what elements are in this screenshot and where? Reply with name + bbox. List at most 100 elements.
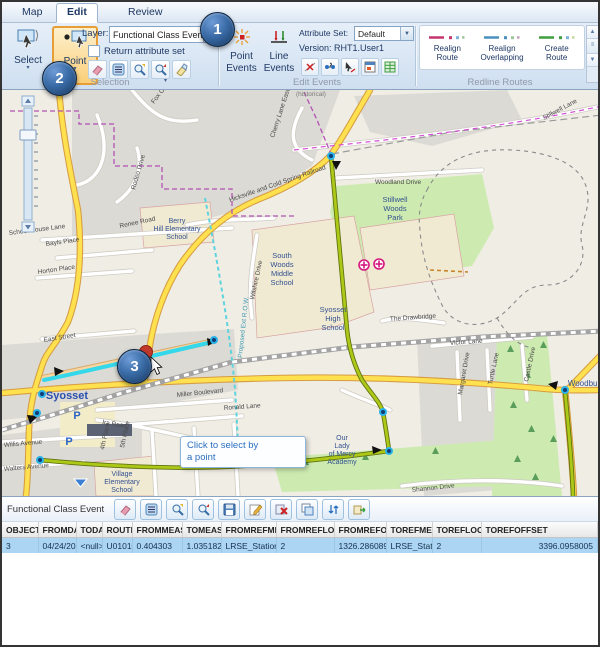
ribbon: Select ▾ Point ▾ Layer: Functional Class…	[2, 23, 598, 90]
col-header[interactable]: TOREFLOCATION	[432, 522, 481, 538]
zoom-to-record-icon[interactable]	[166, 499, 188, 520]
svg-text:Academy: Academy	[327, 459, 357, 466]
col-header[interactable]: FROMDATE	[38, 522, 76, 538]
select-events-cursor-icon[interactable]	[341, 58, 359, 76]
line-events-icon	[268, 27, 290, 50]
merge-events-icon[interactable]	[321, 58, 339, 76]
col-header[interactable]: FROMREFOFFSET	[334, 522, 386, 538]
cell[interactable]: LRSE_Stations	[386, 538, 432, 554]
col-header[interactable]: TOREFOFFSET	[481, 522, 598, 538]
svg-text:Middle: Middle	[271, 269, 293, 278]
svg-text:South: South	[272, 251, 292, 260]
col-header[interactable]: FROMREFMETHOD	[221, 522, 276, 538]
cell[interactable]: 3396.0958005	[481, 538, 598, 554]
map-viewport[interactable]: (historical) Fox Court Cherry Lane East …	[2, 90, 598, 496]
edit-events-tools	[301, 58, 399, 76]
ribbon-scroll-down[interactable]: ▼	[587, 54, 598, 67]
map-tooltip: Click to select by a point	[180, 436, 306, 468]
attribute-set-label: Attribute Set:	[299, 28, 348, 38]
parking-icon: P	[73, 410, 80, 422]
events-grid-icon[interactable]	[381, 58, 399, 76]
svg-text:Elementary: Elementary	[104, 479, 140, 486]
svg-text:School: School	[111, 487, 133, 494]
event-editor-window: Map Edit Review Select ▾ Point ▾ Layer: …	[0, 0, 600, 647]
export-records-icon[interactable]	[348, 499, 370, 520]
attribute-table: OBJECTID FROMDATE TODATE ROUTEID FROMMEA…	[2, 522, 598, 553]
attribute-set-caret[interactable]: ▼	[400, 27, 413, 40]
svg-text:(historical): (historical)	[296, 91, 326, 98]
col-header[interactable]: OBJECTID	[2, 522, 38, 538]
copy-record-icon[interactable]	[296, 499, 318, 520]
cell[interactable]: <null>	[76, 538, 102, 554]
parking-icon: P	[65, 436, 72, 448]
ribbon-scroll-thumb[interactable]: ≡	[587, 39, 598, 54]
delete-record-icon[interactable]	[270, 499, 292, 520]
cell[interactable]: 1.035182	[182, 538, 221, 554]
tab-edit[interactable]: Edit	[56, 3, 98, 23]
select-icon	[15, 27, 41, 54]
svg-text:Berry: Berry	[169, 218, 186, 225]
layer-label: Layer:	[82, 28, 108, 39]
checkbox-box[interactable]	[88, 45, 100, 57]
select-dropdown-caret[interactable]: ▾	[26, 66, 29, 71]
col-header[interactable]: TOMEASURE	[182, 522, 221, 538]
attribute-table-header: OBJECTID FROMDATE TODATE ROUTEID FROMMEA…	[2, 522, 598, 538]
cell[interactable]: LRSE_Stations	[221, 538, 276, 554]
cell[interactable]: 04/24/2014	[38, 538, 76, 554]
panel-title: Functional Class Event	[7, 504, 104, 515]
zoom-slider-track[interactable]	[24, 108, 32, 220]
callout-1: 1	[200, 12, 235, 47]
callout-2: 2	[42, 61, 77, 96]
col-header[interactable]: TODATE	[76, 522, 102, 538]
cell[interactable]: 2	[432, 538, 481, 554]
attribute-set-dropdown[interactable]: Default ▼	[354, 26, 414, 41]
edit-record-icon[interactable]	[244, 499, 266, 520]
col-header[interactable]: FROMREFLOCATION	[276, 522, 334, 538]
version-label: Version: RHT1.User1	[299, 43, 384, 53]
create-route-button[interactable]: CreateRoute	[529, 26, 584, 69]
svg-text:Village: Village	[112, 471, 133, 478]
svg-text:Woods: Woods	[383, 204, 406, 213]
pan-to-record-icon[interactable]	[192, 499, 214, 520]
return-attribute-set-checkbox[interactable]: Return attribute set	[88, 45, 185, 57]
cell[interactable]: U01010E	[102, 538, 132, 554]
split-event-icon[interactable]	[301, 58, 319, 76]
ribbon-tabbar: Map Edit Review	[2, 2, 598, 23]
syosset-town-label: Syosset	[46, 390, 89, 402]
save-icon[interactable]	[218, 499, 240, 520]
sort-records-icon[interactable]	[322, 499, 344, 520]
cell[interactable]: 2	[276, 538, 334, 554]
redline-group-caption: Redline Routes	[415, 77, 585, 88]
svg-text:of Mercy: of Mercy	[329, 451, 356, 458]
ribbon-scrollbar: ▲ ≡ ▼	[586, 25, 599, 83]
col-header[interactable]: TOREFMETHOD	[386, 522, 432, 538]
redline-routes-panel: RealignRoute RealignOverlapping CreateRo…	[419, 25, 585, 70]
ribbon-scroll-up[interactable]: ▲	[587, 26, 598, 39]
table-empty-area	[2, 553, 598, 647]
realign-route-icon	[427, 33, 467, 42]
cell[interactable]: 0.404303	[132, 538, 182, 554]
realign-route-button[interactable]: RealignRoute	[420, 26, 475, 69]
svg-text:School: School	[271, 278, 294, 287]
tab-map[interactable]: Map	[12, 4, 52, 21]
svg-text:Hill Elementary: Hill Elementary	[153, 226, 201, 233]
table-row[interactable]: 3 04/24/2014 <null> U01010E 0.404303 1.0…	[2, 538, 598, 554]
create-route-icon	[537, 33, 577, 42]
line-events-button[interactable]: Line Events	[262, 27, 296, 83]
cell[interactable]: 3	[2, 538, 38, 554]
svg-text:Syosset: Syosset	[320, 305, 348, 314]
col-header[interactable]: FROMMEASURE	[132, 522, 182, 538]
cell[interactable]: 1326.2860892	[334, 538, 386, 554]
zoom-slider-handle[interactable]	[20, 130, 36, 140]
event-attributes-panel: Functional Class Event OBJECTID FROMDATE	[2, 496, 598, 647]
attribute-table-icon[interactable]	[140, 499, 162, 520]
tab-review[interactable]: Review	[118, 4, 172, 21]
svg-text:Park: Park	[387, 213, 403, 222]
svg-text:School: School	[166, 234, 188, 241]
clear-selection-eraser-icon[interactable]	[114, 499, 136, 520]
attribute-window-icon[interactable]	[361, 58, 379, 76]
svg-text:Stillwell: Stillwell	[382, 195, 407, 204]
col-header[interactable]: ROUTEID	[102, 522, 132, 538]
svg-text:Lady: Lady	[334, 443, 350, 450]
realign-overlapping-button[interactable]: RealignOverlapping	[475, 26, 530, 69]
